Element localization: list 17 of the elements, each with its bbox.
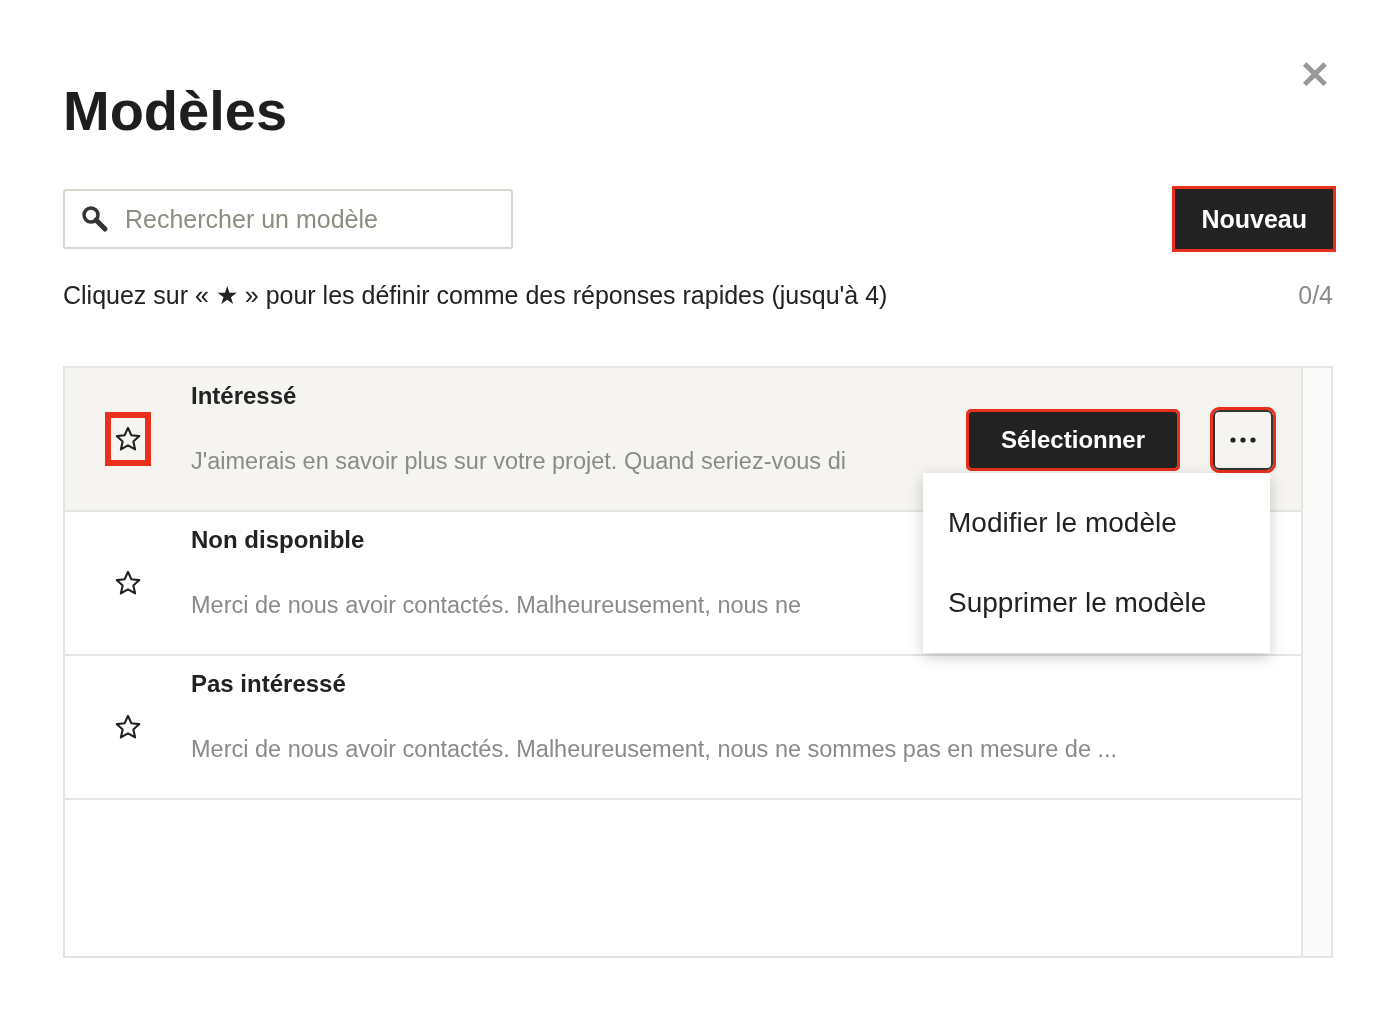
template-title: Pas intéressé bbox=[191, 670, 346, 698]
hint-text: Cliquez sur « ★ » pour les définir comme des réponses rapides (jusqu'à 4) bbox=[63, 281, 888, 310]
search-field[interactable]: Rechercher un modèle bbox=[63, 189, 513, 249]
template-preview: J'aimerais en savoir plus sur votre projet. Quand seriez-vous di bbox=[191, 448, 846, 475]
search-icon bbox=[81, 205, 109, 233]
star-button[interactable] bbox=[108, 415, 148, 463]
ellipsis-icon bbox=[1230, 437, 1256, 443]
select-button[interactable]: Sélectionner bbox=[969, 412, 1178, 468]
menu-item[interactable]: Supprimer le modèle bbox=[923, 563, 1270, 643]
template-preview: Merci de nous avoir contactés. Malheureusement, nous ne bbox=[191, 592, 802, 619]
counter: 0/4 bbox=[1298, 281, 1333, 310]
template-preview: Merci de nous avoir contactés. Malheureusement, nous ne sommes pas en mesure de ... bbox=[191, 736, 1118, 763]
template-title: Non disponible bbox=[191, 526, 365, 554]
dialog-title: Modèles bbox=[63, 78, 288, 143]
new-button[interactable]: Nouveau bbox=[1175, 189, 1333, 249]
template-title: Intéressé bbox=[191, 382, 297, 410]
more-button[interactable] bbox=[1213, 410, 1273, 470]
